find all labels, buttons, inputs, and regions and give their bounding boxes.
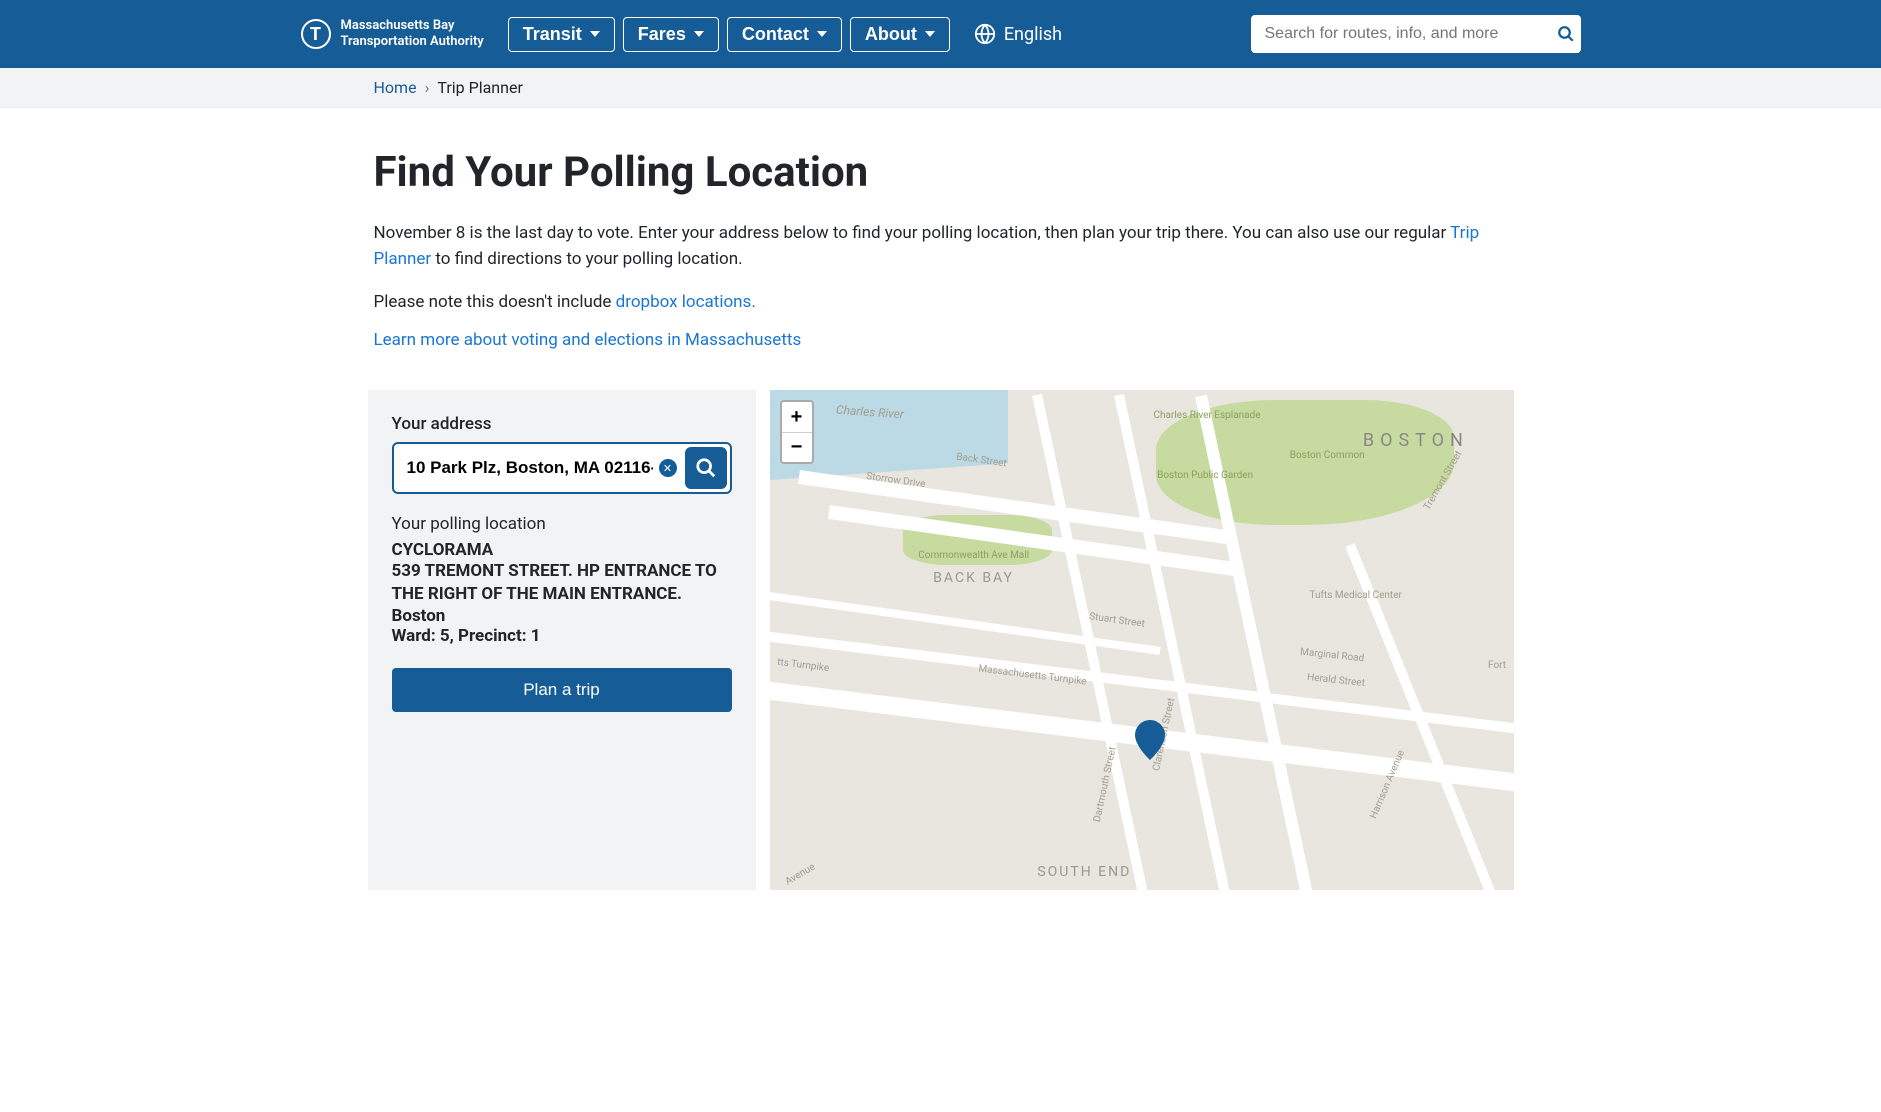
address-search-button[interactable] (685, 447, 727, 489)
zoom-in-button[interactable]: + (782, 402, 812, 432)
chevron-down-icon (694, 31, 704, 37)
nav-contact-label: Contact (742, 24, 809, 45)
map-label-commonwealth: Commonwealth Ave Mall (918, 550, 1029, 561)
intro-text: November 8 is the last day to vote. Ente… (374, 221, 1508, 272)
chevron-down-icon (817, 31, 827, 37)
language-label: English (1004, 24, 1062, 45)
breadcrumb-current: Trip Planner (437, 78, 523, 97)
site-header: T Massachusetts Bay Transportation Autho… (0, 0, 1881, 68)
dropbox-locations-link[interactable]: dropbox locations. (616, 292, 756, 312)
road-avenue: Avenue (784, 862, 818, 888)
polling-ward-precinct: Ward: 5, Precinct: 1 (392, 626, 732, 646)
map-label-public-garden: Boston Public Garden (1157, 470, 1253, 481)
nav-transit[interactable]: Transit (508, 17, 615, 52)
main-content: Find Your Polling Location November 8 is… (374, 108, 1508, 390)
logo-icon: T (301, 19, 331, 49)
address-input[interactable] (397, 448, 659, 488)
map[interactable]: BOSTON BACK BAY SOUTH END Charles River … (770, 390, 1514, 890)
search-icon (695, 457, 717, 479)
chevron-right-icon: › (425, 78, 430, 97)
nav-about-label: About (865, 24, 917, 45)
polling-label: Your polling location (392, 514, 732, 534)
content-row: Your address ✕ Your polling location CYC… (368, 390, 1514, 910)
road-stuart: Stuart Street (1089, 611, 1146, 630)
learn-more-link[interactable]: Learn more about voting and elections in… (374, 330, 802, 350)
map-background: BOSTON BACK BAY SOUTH END Charles River … (770, 390, 1514, 890)
language-selector[interactable]: English (974, 23, 1062, 45)
primary-nav: Transit Fares Contact About (508, 17, 950, 52)
map-pin-icon (1134, 720, 1166, 760)
search-input[interactable] (1251, 15, 1581, 53)
plan-trip-button[interactable]: Plan a trip (392, 668, 732, 712)
logo-text: Massachusetts Bay Transportation Authori… (341, 18, 484, 49)
zoom-out-button[interactable]: − (782, 432, 812, 462)
nav-contact[interactable]: Contact (727, 17, 842, 52)
polling-name: CYCLORAMA (392, 540, 732, 560)
nav-about[interactable]: About (850, 17, 950, 52)
map-label-boston: BOSTON (1363, 430, 1469, 451)
road-tts-turnpike: tts Turnpike (776, 657, 829, 674)
logo[interactable]: T Massachusetts Bay Transportation Autho… (301, 18, 484, 49)
chevron-down-icon (925, 31, 935, 37)
polling-address: 539 TREMONT STREET. HP ENTRANCE TO THE R… (392, 560, 732, 606)
globe-icon (974, 23, 996, 45)
search-icon (1557, 25, 1575, 43)
nav-fares-label: Fares (638, 24, 686, 45)
breadcrumb-home[interactable]: Home (374, 78, 417, 97)
address-label: Your address (392, 414, 732, 434)
address-field-group: ✕ (392, 442, 732, 494)
road-tufts: Tufts Medical Center (1310, 590, 1402, 601)
nav-transit-label: Transit (523, 24, 582, 45)
road-fort: Fort (1488, 660, 1506, 671)
road-herald: Herald Street (1306, 672, 1365, 689)
close-icon: ✕ (663, 462, 672, 475)
note-text: Please note this doesn't include dropbox… (374, 292, 1508, 312)
map-zoom-controls: + − (780, 400, 814, 464)
nav-fares[interactable]: Fares (623, 17, 719, 52)
polling-city: Boston (392, 606, 732, 626)
search-button[interactable] (1557, 25, 1575, 43)
sidebar-panel: Your address ✕ Your polling location CYC… (368, 390, 756, 890)
header-search (1251, 15, 1581, 53)
map-label-boston-common: Boston Common (1290, 450, 1365, 461)
page-title: Find Your Polling Location (374, 148, 1508, 197)
map-label-southend: SOUTH END (1037, 864, 1131, 880)
chevron-down-icon (590, 31, 600, 37)
map-label-esplanade: Charles River Esplanade (1154, 410, 1261, 421)
map-label-backbay: BACK BAY (933, 570, 1014, 586)
breadcrumb: Home › Trip Planner (0, 68, 1881, 108)
clear-address-button[interactable]: ✕ (659, 459, 677, 477)
road-marginal: Marginal Road (1300, 647, 1365, 665)
